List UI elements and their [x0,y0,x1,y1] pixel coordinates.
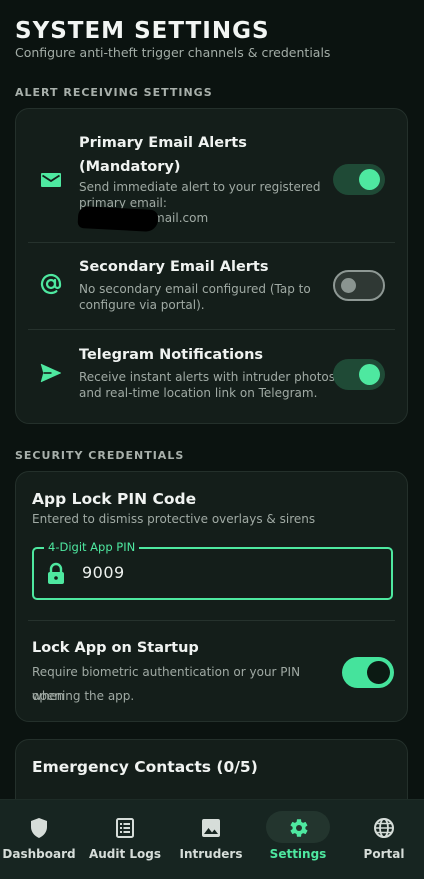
primary-email-row: Primary Email Alerts (Mandatory) Send im… [16,109,407,242]
telegram-desc-line2: and real-time location link on Telegram. [79,386,318,400]
lock-startup-desc-line2: opening the app. [32,689,135,703]
pin-field-label: 4-Digit App PIN [44,540,140,554]
nav-label-portal: Portal [363,847,405,861]
secondary-email-toggle[interactable] [333,270,385,301]
secondary-email-row: Secondary Email Alerts No secondary emai… [16,243,407,329]
settings-screen: SYSTEM SETTINGS Configure anti-theft tri… [0,0,424,799]
secondary-email-title: Secondary Email Alerts [79,259,269,275]
pin-title: App Lock PIN Code [32,490,197,508]
pin-input[interactable]: 4-Digit App PIN 9009 [32,540,393,600]
page-subtitle: Configure anti-theft trigger channels & … [15,45,331,60]
secondary-email-desc-line1: No secondary email configured (Tap to [79,282,311,296]
primary-email-desc-line1: Send immediate alert to your registered [79,180,321,194]
emergency-contacts-card: Emergency Contacts (0/5) [15,739,408,799]
nav-item-settings[interactable]: Settings [264,800,332,879]
nav-label-dashboard: Dashboard [2,847,76,861]
toggle-knob [367,661,390,684]
toggle-knob [359,364,380,385]
divider [28,620,395,621]
emergency-contacts-title: Emergency Contacts (0/5) [32,758,258,776]
globe-icon [374,818,394,838]
nav-item-intruders[interactable]: Intruders [176,800,246,879]
telegram-desc-line1: Receive instant alerts with intruder pho… [79,370,336,384]
alerts-card: Primary Email Alerts (Mandatory) Send im… [15,108,408,424]
list-icon [116,818,134,838]
telegram-row: Telegram Notifications Receive instant a… [16,330,407,424]
lock-startup-toggle[interactable] [342,657,394,688]
telegram-title: Telegram Notifications [79,347,264,363]
nav-item-dashboard[interactable]: Dashboard [0,800,78,879]
primary-email-toggle[interactable] [333,164,385,195]
nav-label-audit-logs: Audit Logs [88,847,162,861]
secondary-email-desc-line2: configure via portal). [79,298,205,312]
redacted-email-mark [77,205,159,233]
toggle-knob [341,278,356,293]
shield-icon [31,818,47,838]
lock-startup-title: Lock App on Startup [32,640,199,656]
gear-icon [290,819,308,837]
primary-email-address: mail.com [153,211,209,225]
nav-item-portal[interactable]: Portal [354,800,414,879]
telegram-toggle[interactable] [333,359,385,390]
email-icon [41,173,61,187]
pin-subtitle: Entered to dismiss protective overlays &… [32,512,316,526]
page-title: SYSTEM SETTINGS [15,18,270,44]
lock-icon [48,562,64,584]
credentials-section-label: SECURITY CREDENTIALS [15,449,185,462]
credentials-card: App Lock PIN Code Entered to dismiss pro… [15,471,408,722]
send-icon [40,363,62,383]
primary-email-title: Primary Email Alerts [79,135,247,151]
nav-item-audit-logs[interactable]: Audit Logs [87,800,163,879]
alerts-section-label: ALERT RECEIVING SETTINGS [15,86,213,99]
at-sign-icon [40,273,62,295]
image-icon [202,819,220,837]
nav-label-settings: Settings [269,847,327,861]
primary-email-title-mandatory: (Mandatory) [79,159,181,175]
nav-label-intruders: Intruders [179,847,243,861]
bottom-nav: Dashboard Audit Logs Intruders Settings [0,799,424,879]
toggle-knob [359,169,380,190]
pin-value: 9009 [82,563,125,582]
